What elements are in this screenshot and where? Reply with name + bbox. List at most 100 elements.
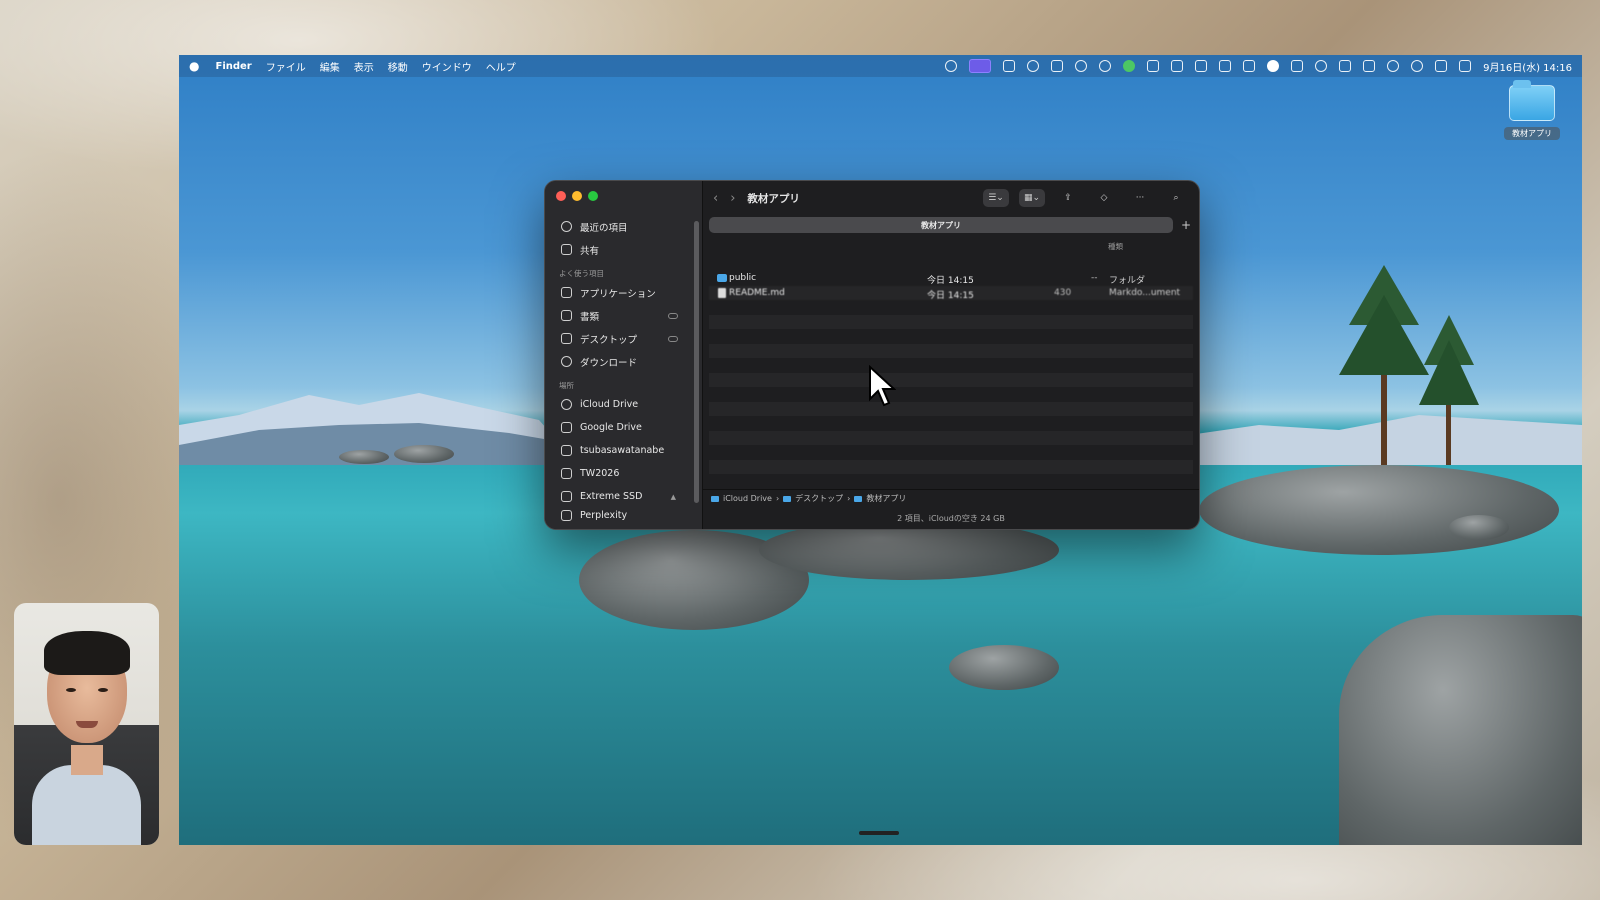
split-view-icon[interactable]	[1291, 60, 1304, 72]
rock	[339, 450, 389, 464]
finder-main: ‹ › 教材アプリ ☰⌄ ▦⌄ ⇪ ◇ ··· ⌕ 教材アプリ + 種類 pub…	[703, 181, 1199, 529]
new-tab-button[interactable]: +	[1179, 218, 1193, 232]
sidebar-scrollbar[interactable]	[694, 221, 699, 503]
audio-icon[interactable]	[1195, 60, 1208, 72]
close-button[interactable]	[556, 191, 566, 201]
menu-edit[interactable]: 編集	[320, 59, 340, 74]
zoom-button[interactable]	[588, 191, 598, 201]
sidebar-item-tw2026[interactable]: TW2026	[545, 462, 702, 485]
sidebar-item-perplexity[interactable]: Perplexity	[545, 508, 702, 522]
cloud-icon	[668, 312, 678, 319]
chatgpt-icon[interactable]	[1027, 60, 1040, 72]
search-icon[interactable]: ⌕	[1163, 189, 1189, 207]
empty-row	[709, 416, 1193, 431]
path-bar: iCloud Drive › デスクトップ › 教材アプリ	[703, 489, 1199, 507]
menu-view[interactable]: 表示	[354, 59, 374, 74]
shield-icon[interactable]	[1171, 60, 1184, 72]
window-controls	[545, 191, 702, 201]
screenshot-icon[interactable]	[1051, 60, 1064, 72]
sidebar-item-recent[interactable]: 最近の項目	[545, 215, 702, 238]
sidebar-item-label: Google Drive	[580, 422, 642, 433]
minimize-button[interactable]	[572, 191, 582, 201]
sidebar-item-google-drive[interactable]: Google Drive	[545, 416, 702, 439]
battery-app-icon[interactable]	[1363, 60, 1376, 72]
tag-icon[interactable]: ◇	[1091, 189, 1117, 207]
sidebar-item-label: 共有	[580, 245, 600, 257]
group-button[interactable]: ▦⌄	[1019, 189, 1045, 207]
folder-icon	[1509, 80, 1555, 121]
file-name: public	[729, 273, 757, 283]
sidebar-item-desktop[interactable]: デスクトップ	[545, 327, 702, 350]
column-kind-header[interactable]: 種類	[1108, 241, 1123, 252]
menu-file[interactable]: ファイル	[266, 59, 306, 74]
whatsapp-icon[interactable]	[1099, 60, 1112, 72]
cloud-icon	[561, 399, 572, 410]
download-icon[interactable]	[1219, 60, 1232, 72]
share-icon[interactable]: ⇪	[1055, 189, 1081, 207]
line-icon[interactable]	[1123, 60, 1136, 72]
desktop-folder[interactable]: 教材アプリ	[1504, 80, 1560, 140]
more-icon[interactable]: ···	[1127, 189, 1153, 207]
status-bar: 2 項目、iCloudの空き 24 GB	[897, 513, 1005, 523]
sidebar-item-documents[interactable]: 書類	[545, 304, 702, 327]
tab-bar: 教材アプリ +	[703, 215, 1199, 235]
display-icon[interactable]	[1147, 60, 1160, 72]
empty-row	[709, 314, 1193, 329]
menu-window[interactable]: ウインドウ	[422, 59, 472, 74]
save-icon[interactable]	[1243, 60, 1256, 72]
apple-icon[interactable]: ●	[189, 59, 199, 73]
home-indicator	[859, 831, 899, 835]
screen-mirroring-icon[interactable]	[1435, 60, 1448, 72]
list-item[interactable]: README.md 今日 14:15 430 Markdo...ument	[709, 285, 1193, 301]
chevron-right-icon: ›	[847, 494, 851, 503]
mouse-pointer-icon	[869, 365, 896, 407]
folder-icon	[783, 495, 792, 502]
empty-row	[709, 343, 1193, 358]
menu-clock[interactable]: 9月16日(水) 14:16	[1483, 59, 1572, 74]
list-item[interactable]: public 今日 14:15 -- フォルダ	[709, 271, 1193, 286]
path-item-desktop[interactable]: デスクトップ	[795, 493, 843, 504]
menu-help[interactable]: ヘルプ	[486, 59, 516, 74]
back-button[interactable]: ‹	[713, 191, 718, 206]
screen-record-icon[interactable]	[969, 59, 992, 73]
finder-window: 最近の項目 共有 よく使う項目 アプリケーション 書類 デスクトップ ダウンロー…	[544, 180, 1200, 530]
bluetooth-icon[interactable]	[1339, 60, 1352, 72]
time-machine-icon[interactable]	[1387, 60, 1400, 72]
cloud-app-icon[interactable]	[1267, 60, 1280, 72]
path-item-icloud[interactable]: iCloud Drive	[723, 494, 772, 503]
app-status-icon[interactable]	[1003, 60, 1016, 72]
view-mode-button[interactable]: ☰⌄	[983, 189, 1009, 207]
path-item-folder[interactable]: 教材アプリ	[866, 493, 906, 504]
hair-decoration	[44, 631, 130, 675]
empty-row	[709, 372, 1193, 387]
neck-decoration	[71, 745, 103, 775]
status-app-icon[interactable]	[1075, 60, 1088, 72]
settings-icon[interactable]	[945, 60, 958, 72]
rock	[1339, 615, 1582, 845]
sidebar-item-downloads[interactable]: ダウンロード	[545, 350, 702, 373]
sidebar-item-applications[interactable]: アプリケーション	[545, 281, 702, 304]
sidebar-item-icloud-drive[interactable]: iCloud Drive	[545, 393, 702, 416]
tab-current[interactable]: 教材アプリ	[709, 217, 1173, 233]
forward-button[interactable]: ›	[730, 191, 735, 206]
icloud-icon[interactable]	[1315, 60, 1328, 72]
desktop-folder-label: 教材アプリ	[1504, 127, 1560, 140]
control-center-icon[interactable]	[1459, 60, 1472, 72]
wifi-icon[interactable]	[1411, 60, 1424, 72]
sidebar-item-shared[interactable]: 共有	[545, 238, 702, 261]
sidebar-item-extreme-ssd[interactable]: Extreme SSD ▲	[545, 485, 702, 508]
finder-sidebar: 最近の項目 共有 よく使う項目 アプリケーション 書類 デスクトップ ダウンロー…	[545, 181, 703, 529]
sidebar-section-favorites: よく使う項目	[559, 269, 604, 278]
eject-icon[interactable]: ▲	[671, 493, 676, 501]
empty-row	[709, 387, 1193, 402]
menu-go[interactable]: 移動	[388, 59, 408, 74]
sidebar-item-home[interactable]: tsubasawatanabe	[545, 439, 702, 462]
file-size: --	[1091, 273, 1098, 283]
shared-folder-icon	[561, 244, 572, 255]
pine-tree-decoration	[1339, 265, 1429, 465]
sidebar-item-label: アプリケーション	[580, 288, 656, 300]
sidebar-section-locations: 場所	[559, 381, 574, 390]
document-icon	[718, 287, 726, 298]
menu-app-name[interactable]: Finder	[215, 61, 251, 72]
desktop-screen: ● Finder ファイル 編集 表示 移動 ウインドウ ヘルプ 9月16日(水…	[179, 55, 1582, 845]
